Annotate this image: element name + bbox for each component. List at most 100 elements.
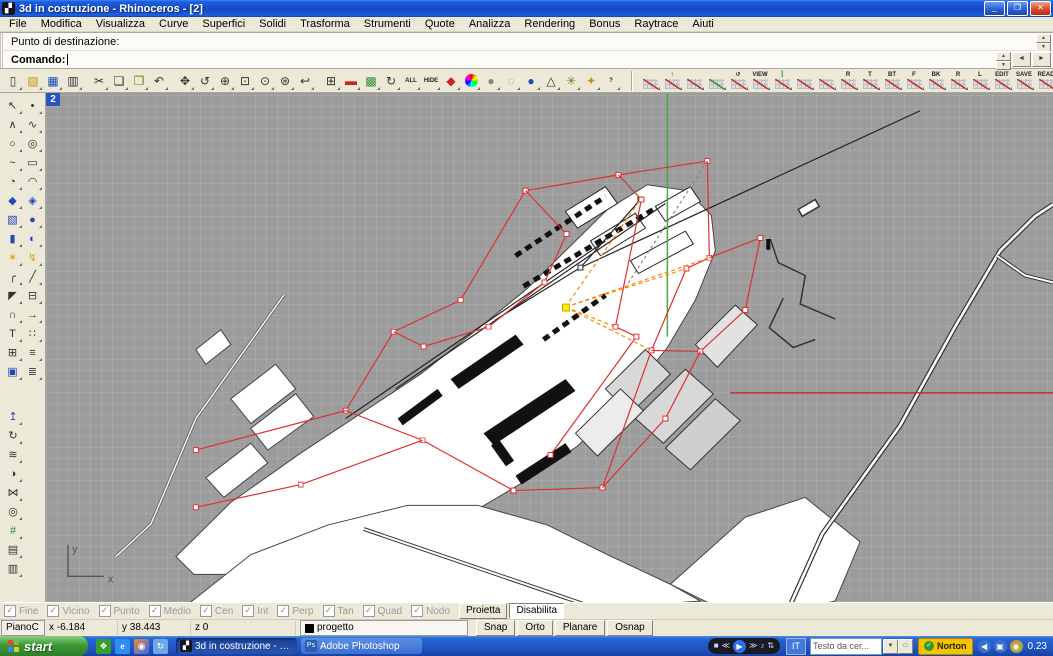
new-file-icon[interactable]: ▯ xyxy=(3,71,23,91)
menu-trasforma[interactable]: Trasforma xyxy=(293,18,357,30)
command-input[interactable]: Comando: ▲ ▼ ◄ ► xyxy=(0,51,1053,68)
menu-file[interactable]: File xyxy=(2,18,34,30)
menu-visualizza[interactable]: Visualizza xyxy=(89,18,152,30)
sphere-tool-icon[interactable]: ● xyxy=(23,210,43,229)
undo-icon[interactable]: ↶ xyxy=(149,71,169,91)
extend-tool-icon[interactable]: → xyxy=(23,305,43,324)
cplane-standard-icon[interactable] xyxy=(639,71,661,91)
patch-tool-icon[interactable]: ◈ xyxy=(23,191,43,210)
edit-points-tool-icon[interactable]: ∷ xyxy=(23,324,43,343)
trim-tool-icon[interactable]: ◤ xyxy=(3,286,23,305)
gears-icon[interactable]: ✳ xyxy=(561,71,581,91)
menu-rendering[interactable]: Rendering xyxy=(517,18,582,30)
osnap-quad[interactable]: Quad xyxy=(363,605,402,617)
camera-angle-icon[interactable]: ↻ xyxy=(381,71,401,91)
start-button[interactable]: start xyxy=(0,636,88,656)
curve-tool-icon[interactable]: ∿ xyxy=(23,115,43,134)
cplane-rotate-icon[interactable]: ↺ xyxy=(727,71,749,91)
history-back-button[interactable]: ◄ xyxy=(1012,52,1031,67)
key-icon[interactable]: ✦ xyxy=(581,71,601,91)
volume-button[interactable]: ♪ xyxy=(760,638,764,654)
chamfer-tool-icon[interactable]: ╱ xyxy=(23,267,43,286)
close-button[interactable]: ✕ xyxy=(1030,1,1051,16)
cplane-previous-icon[interactable] xyxy=(815,71,837,91)
view-bottom-icon[interactable]: BT xyxy=(881,71,903,91)
spin-down-button[interactable]: ▼ xyxy=(996,61,1011,70)
align-tool-icon[interactable]: ≣ xyxy=(23,362,43,381)
command-history[interactable]: Punto di destinazione: ▲ ▼ xyxy=(0,33,1053,51)
wireframe-sphere-icon[interactable]: ◌ xyxy=(501,71,521,91)
mini-mode-button[interactable]: ⇅ xyxy=(767,638,774,654)
proietta-button[interactable]: Proietta xyxy=(459,603,507,619)
cone-icon[interactable]: △ xyxy=(541,71,561,91)
revolve-tool-icon[interactable]: ↻ xyxy=(3,426,23,445)
menu-strumenti[interactable]: Strumenti xyxy=(357,18,418,30)
copy-icon[interactable]: ❏ xyxy=(109,71,129,91)
cplane-vertical-icon[interactable]: ┃ xyxy=(771,71,793,91)
arc-tool-icon[interactable]: ◠ xyxy=(23,172,43,191)
zoom-all-icon[interactable]: ALL xyxy=(401,71,421,91)
menu-analizza[interactable]: Analizza xyxy=(462,18,518,30)
mirror-tool-icon[interactable]: ⋈ xyxy=(3,483,23,502)
read-viewport-icon[interactable]: READ xyxy=(1035,71,1053,91)
view-right-icon[interactable]: R xyxy=(837,71,859,91)
polyline-tool-icon[interactable]: ∧ xyxy=(3,115,23,134)
osnap-toggle[interactable]: Osnap xyxy=(607,620,652,636)
minimize-button[interactable]: _ xyxy=(984,1,1005,16)
view-front-icon[interactable]: F xyxy=(903,71,925,91)
menu-bonus[interactable]: Bonus xyxy=(582,18,627,30)
rendered-sphere-icon[interactable]: ● xyxy=(521,71,541,91)
help-icon[interactable]: ? xyxy=(601,71,621,91)
snap-toggle[interactable]: Snap xyxy=(476,620,515,636)
osnap-tan[interactable]: Tan xyxy=(323,605,354,617)
view-back-icon[interactable]: BK xyxy=(925,71,947,91)
view-top-icon[interactable]: T xyxy=(859,71,881,91)
circle-tool-icon[interactable]: ○ xyxy=(3,134,23,153)
norton-badge[interactable]: ✓ Norton xyxy=(918,638,973,655)
zoom-extents-icon[interactable]: ⊛ xyxy=(275,71,295,91)
title-bar[interactable]: ▞ 3d in costruzione - Rhinoceros - [2] _… xyxy=(0,0,1053,17)
explode-tool-icon[interactable]: ✶ xyxy=(3,248,23,267)
color-wheel-icon[interactable] xyxy=(461,71,481,91)
rectangle-tool-icon[interactable]: ▭ xyxy=(23,153,43,172)
task-rhino-button[interactable]: ▞3d in costruzione - Rh... xyxy=(176,638,297,654)
viewport-grid-icon[interactable]: ⊞ xyxy=(321,71,341,91)
view-left-icon[interactable]: L xyxy=(969,71,991,91)
surface-tool-icon[interactable]: ◆ xyxy=(3,191,23,210)
menu-solidi[interactable]: Solidi xyxy=(252,18,293,30)
select-tool-icon[interactable]: ↖ xyxy=(3,96,23,115)
search-go-button[interactable]: □ xyxy=(898,639,913,654)
language-indicator[interactable]: IT xyxy=(786,638,806,655)
stop-button[interactable]: ■ xyxy=(714,638,719,654)
menu-superfici[interactable]: Superfici xyxy=(195,18,252,30)
target-tool-icon[interactable]: ◎ xyxy=(3,502,23,521)
zoom-selected-icon[interactable]: ⊙ xyxy=(255,71,275,91)
freeform-tool-icon[interactable]: ~ xyxy=(3,153,23,172)
scroll-up-button[interactable]: ▲ xyxy=(1036,34,1051,43)
osnap-cen[interactable]: Cen xyxy=(200,605,233,617)
osnap-vicino[interactable]: Vicino xyxy=(47,605,89,617)
box-tool-icon[interactable]: ▧ xyxy=(3,210,23,229)
cplane-z-icon[interactable]: ↑ xyxy=(661,71,683,91)
spin-up-button[interactable]: ▲ xyxy=(996,52,1011,61)
shade-tool-icon[interactable]: ◑ xyxy=(3,464,23,483)
layer-icon[interactable]: ◆ xyxy=(441,71,461,91)
search-input[interactable] xyxy=(810,638,882,655)
point-tool-icon[interactable]: • xyxy=(23,96,43,115)
play-button[interactable]: ▶ xyxy=(733,640,746,653)
menu-modifica[interactable]: Modifica xyxy=(34,18,89,30)
properties-tool-icon[interactable]: ▥ xyxy=(3,559,23,578)
zoom-in-icon[interactable]: ⊕ xyxy=(215,71,235,91)
shaded-sphere-icon[interactable]: ● xyxy=(481,71,501,91)
cplane-view-icon[interactable]: VIEW xyxy=(749,71,771,91)
layer-state-tool-icon[interactable]: ▣ xyxy=(3,362,23,381)
fillet-tool-icon[interactable]: ╭ xyxy=(3,267,23,286)
search-dropdown-button[interactable]: ▼ xyxy=(883,639,898,654)
osnap-int[interactable]: Int xyxy=(242,605,268,617)
view-right-2-icon[interactable]: R xyxy=(947,71,969,91)
rotate-view-icon[interactable]: ↺ xyxy=(195,71,215,91)
viewport-tab[interactable]: 2 xyxy=(46,93,60,106)
quick-launch-media-player-icon[interactable]: ◉ xyxy=(134,639,149,654)
viewport[interactable]: 2 xyxy=(46,93,1053,602)
conic-tool-icon[interactable]: ◔ xyxy=(3,172,23,191)
